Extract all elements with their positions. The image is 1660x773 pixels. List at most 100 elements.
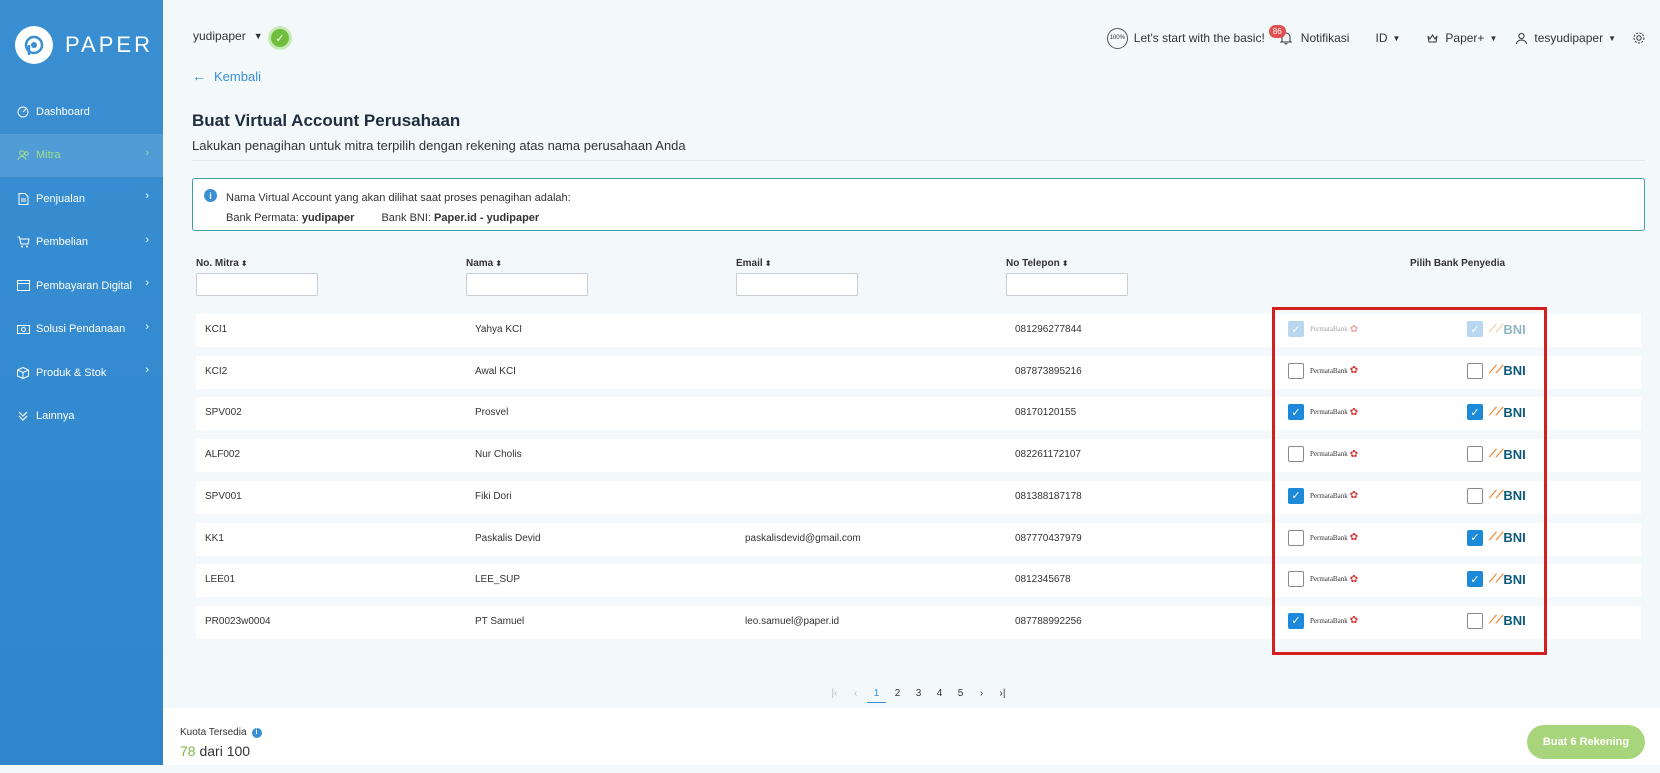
cell-no: KK1 xyxy=(205,532,224,544)
cell-tel: 081388187178 xyxy=(1015,490,1082,502)
cell-nama: Awal KCI xyxy=(475,365,516,377)
page-1[interactable]: 1 xyxy=(866,688,887,703)
cell-tel: 082261172107 xyxy=(1015,449,1081,461)
info-permata: Bank Permata: yudipaper xyxy=(226,212,354,224)
sidebar-item-label: Lainnya xyxy=(36,410,75,423)
plan-switcher[interactable]: Paper+ ▼ xyxy=(1426,31,1497,45)
chevron-right-icon: › xyxy=(145,364,149,376)
sidebar-item-penjualan[interactable]: Penjualan › xyxy=(0,177,163,221)
sidebar-item-label: Mitra xyxy=(36,149,61,162)
filter-email-input[interactable] xyxy=(736,273,858,296)
language-label: ID xyxy=(1375,31,1388,45)
cell-tel: 087770437979 xyxy=(1015,532,1082,544)
notification-button[interactable]: 86 Notifikasi xyxy=(1268,25,1349,45)
last-page-icon[interactable]: ›| xyxy=(992,688,1013,699)
info-bni: Bank BNI: Paper.id - yudipaper xyxy=(381,212,539,224)
info-account-names: Bank Permata: yudipaper Bank BNI: Paper.… xyxy=(226,208,1644,228)
user-icon xyxy=(1516,32,1528,44)
chevron-down-icon: ▼ xyxy=(1489,33,1498,43)
language-switcher[interactable]: ID ▼ xyxy=(1375,31,1400,45)
chevron-right-icon: › xyxy=(145,320,149,333)
double-chevron-icon xyxy=(16,409,30,423)
document-icon xyxy=(16,192,30,206)
crown-icon xyxy=(1427,33,1438,42)
cell-no: KCI2 xyxy=(205,365,228,377)
divider xyxy=(192,160,1645,161)
sidebar-item-label: Dashboard xyxy=(36,105,90,118)
notification-count-badge: 86 xyxy=(1268,25,1286,38)
onboarding-link[interactable]: 100% Let's start with the basic! xyxy=(1106,27,1265,49)
column-header-bank: Pilih Bank Penyedia xyxy=(1410,258,1506,269)
chevron-down-icon: ▼ xyxy=(1608,33,1616,43)
verified-icon: ✓ xyxy=(268,26,292,50)
first-page-icon[interactable]: |‹ xyxy=(824,688,845,699)
sidebar-item-mitra[interactable]: Mitra › xyxy=(0,133,163,177)
sort-icon[interactable]: ⬍ xyxy=(495,259,502,268)
filter-no-input[interactable] xyxy=(196,273,318,296)
create-accounts-button[interactable]: Buat 6 Rekening xyxy=(1527,725,1645,759)
sidebar-item-pembayaran-digital[interactable]: Pembayaran Digital › xyxy=(0,264,163,308)
arrow-left-icon: ← xyxy=(192,68,206,84)
cell-nama: Nur Cholis xyxy=(475,449,522,461)
cell-nama: PT Samuel xyxy=(475,615,525,627)
sort-icon[interactable]: ⬍ xyxy=(241,259,248,268)
dashboard-icon xyxy=(16,105,30,119)
user-menu[interactable]: tesyudipaper ▼ xyxy=(1515,31,1616,45)
cell-nama: Paskalis Devid xyxy=(475,532,541,544)
settings-button[interactable] xyxy=(1632,31,1646,45)
back-link[interactable]: ← Kembali xyxy=(192,68,261,84)
sidebar-item-produk-stok[interactable]: Produk & Stok › xyxy=(0,351,163,395)
brand-logo[interactable]: PAPER xyxy=(0,0,163,90)
sort-icon[interactable]: ⬍ xyxy=(1062,259,1069,268)
highlight-box xyxy=(1272,307,1547,655)
quota-value: 78 dari 100 xyxy=(180,743,250,759)
box-icon xyxy=(16,366,30,380)
chevron-right-icon: › xyxy=(145,233,149,246)
sidebar-item-pembelian[interactable]: Pembelian › xyxy=(0,221,163,265)
prev-page-icon[interactable]: ‹ xyxy=(845,688,866,699)
column-header-no[interactable]: No. Mitra xyxy=(196,258,239,269)
cell-email: leo.samuel@paper.id xyxy=(745,615,840,627)
cell-no: LEE01 xyxy=(205,574,236,586)
quota-label-text: Kuota Tersedia xyxy=(180,727,247,738)
topbar: yudipaper ▼ ✓ 100% Let's start with the … xyxy=(163,0,1660,60)
column-header-nama[interactable]: Nama xyxy=(466,258,493,269)
info-icon[interactable]: i xyxy=(251,727,262,738)
sort-icon[interactable]: ⬍ xyxy=(765,259,772,268)
sidebar-item-label: Solusi Pendanaan xyxy=(36,323,126,336)
sidebar-item-label: Penjualan xyxy=(36,192,85,205)
sidebar-item-dashboard[interactable]: Dashboard xyxy=(0,90,163,134)
sidebar-item-lainnya[interactable]: Lainnya xyxy=(0,395,163,439)
sidebar: PAPER Dashboard Mitra › Penjualan › Pembelian… xyxy=(0,0,163,765)
cell-no: SPV002 xyxy=(205,407,242,419)
info-box: i Nama Virtual Account yang akan dilihat… xyxy=(192,178,1645,231)
filter-tel-input[interactable] xyxy=(1006,273,1128,296)
cell-nama: Fiki Dori xyxy=(475,490,512,502)
column-header-tel[interactable]: No Telepon xyxy=(1006,258,1060,269)
page-4[interactable]: 4 xyxy=(929,688,950,699)
user-name: tesyudipaper xyxy=(1534,31,1604,45)
people-icon xyxy=(16,148,30,162)
topbar-actions: 100% Let's start with the basic! 86 Noti… xyxy=(1093,25,1660,50)
page-5[interactable]: 5 xyxy=(950,688,971,699)
back-label: Kembali xyxy=(214,68,261,84)
company-name: yudipaper xyxy=(193,29,246,43)
page-2[interactable]: 2 xyxy=(887,688,908,699)
info-permata-name: yudipaper xyxy=(301,212,355,224)
filter-nama-input[interactable] xyxy=(466,273,588,296)
sidebar-item-solusi-pendanaan[interactable]: Solusi Pendanaan › xyxy=(0,308,163,352)
cell-nama: Yahya KCI xyxy=(475,324,523,335)
brand-name: PAPER xyxy=(65,32,153,57)
sidebar-item-label: Produk & Stok xyxy=(36,366,107,379)
sidebar-item-label: Pembayaran Digital xyxy=(36,279,132,292)
cell-tel: 0812345678 xyxy=(1015,574,1071,586)
column-header-email[interactable]: Email xyxy=(736,258,763,269)
next-page-icon[interactable]: › xyxy=(971,688,992,699)
page-3[interactable]: 3 xyxy=(908,688,929,699)
quota-used: 78 xyxy=(180,743,196,759)
cell-tel: 087788992256 xyxy=(1015,615,1082,627)
money-icon xyxy=(16,322,30,336)
info-bni-prefix: Bank BNI: xyxy=(381,212,435,224)
page-title: Buat Virtual Account Perusahaan xyxy=(192,111,461,130)
company-switcher[interactable]: yudipaper ▼ xyxy=(193,29,263,43)
